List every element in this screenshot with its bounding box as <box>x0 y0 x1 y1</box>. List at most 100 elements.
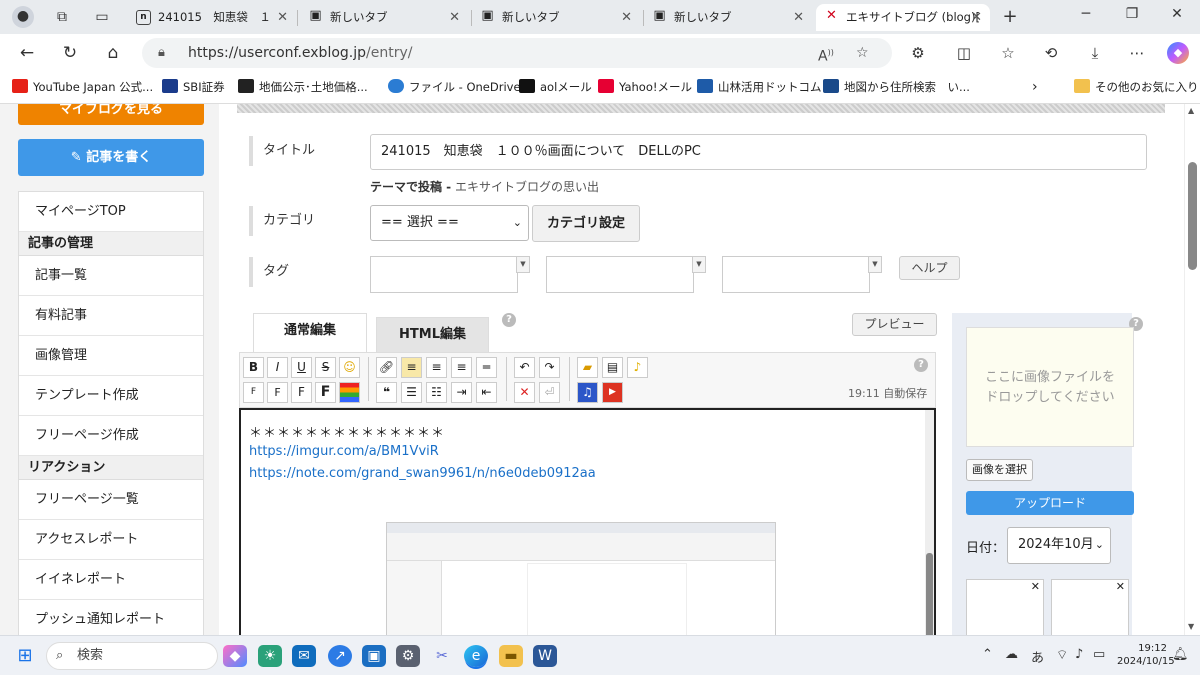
fav-yahoo[interactable]: Yahoo!メール <box>598 79 692 95</box>
book-icon[interactable]: ▤ <box>602 357 623 378</box>
ime-indicator[interactable]: あ <box>1031 647 1044 666</box>
sidebar-item-article-list[interactable]: 記事一覧 <box>19 256 203 296</box>
bold-icon[interactable]: B <box>243 357 264 378</box>
clock[interactable]: 19:12 2024/10/15 <box>1117 642 1175 668</box>
unlink-icon[interactable]: ⏎ <box>539 382 560 403</box>
sidebar-item-push-report[interactable]: プッシュ通知レポート <box>19 600 203 635</box>
scroll-down-icon[interactable]: ▼ <box>1188 622 1194 631</box>
tag-input-3[interactable] <box>722 256 870 293</box>
widgets-icon[interactable]: ☀ <box>258 645 282 667</box>
emoji-icon[interactable]: ☺ <box>339 357 360 378</box>
notification-bell-icon[interactable]: 🔔︎ <box>1172 647 1189 662</box>
battery-icon[interactable]: ▭ <box>1093 647 1105 662</box>
clear-format-icon[interactable]: ✕ <box>514 382 535 403</box>
tab-new-2[interactable]: ▣ 新しいタブ ✕ <box>472 4 640 31</box>
video-icon[interactable]: ▶ <box>602 382 623 403</box>
editor-scrollbar[interactable] <box>925 410 934 635</box>
tab-new-1[interactable]: ▣ 新しいタブ ✕ <box>300 4 468 31</box>
bullet-list-icon[interactable]: ☰ <box>401 382 422 403</box>
date-select[interactable]: 2024年10月 ⌄ <box>1007 527 1111 564</box>
indent-icon[interactable]: ⇥ <box>451 382 472 403</box>
copilot-icon[interactable]: ◆ <box>223 645 247 667</box>
more-favorites-chevron-icon[interactable]: › <box>1032 79 1038 95</box>
taskbar-search[interactable]: ⌕ 検索 <box>46 642 218 670</box>
remove-thumbnail-icon[interactable]: ✕ <box>1116 580 1125 593</box>
editor-help-icon[interactable]: ? <box>502 313 516 327</box>
scroll-up-icon[interactable]: ▲ <box>1188 106 1194 115</box>
workspaces-icon[interactable]: ⧉ <box>52 7 72 27</box>
title-input[interactable]: 241015 知恵袋 １００％画面について DELLのPC <box>370 134 1147 170</box>
url-bar[interactable]: 🔒︎ https://userconf.exblog.jp/entry/ A))… <box>142 38 892 68</box>
horizontal-rule-icon[interactable]: ═ <box>476 357 497 378</box>
tab-html-edit[interactable]: HTML編集 <box>376 317 489 353</box>
close-tab-icon[interactable]: ✕ <box>449 4 460 31</box>
fav-map[interactable]: 地図から住所検索 い... <box>823 79 970 95</box>
sidebar-item-image-manage[interactable]: 画像管理 <box>19 336 203 376</box>
back-icon[interactable]: ← <box>16 42 38 64</box>
sidebar-item-freepage-create[interactable]: フリーページ作成 <box>19 416 203 456</box>
scroll-thumb[interactable] <box>1188 162 1197 270</box>
explorer-icon[interactable]: ▬ <box>499 645 523 667</box>
toolbar-help-icon[interactable]: ? <box>914 358 928 372</box>
outdent-icon[interactable]: ⇤ <box>476 382 497 403</box>
quote-icon[interactable]: ❝ <box>376 382 397 403</box>
editor-link-note[interactable]: https://note.com/grand_swan9961/n/n6e0de… <box>249 466 596 481</box>
category-select[interactable]: == 選択 == ⌄ <box>370 205 529 241</box>
choose-image-button[interactable]: 画像を選択 <box>966 459 1033 481</box>
fav-aol[interactable]: aolメール <box>519 79 592 95</box>
close-window-icon[interactable]: ✕ <box>1167 6 1187 22</box>
align-center-icon[interactable]: ≡ <box>426 357 447 378</box>
text-color-icon[interactable] <box>339 382 360 403</box>
sidebar-item-like-report[interactable]: イイネレポート <box>19 560 203 600</box>
italic-icon[interactable]: I <box>267 357 288 378</box>
music-icon[interactable]: ♫ <box>577 382 598 403</box>
link-icon[interactable]: 🔗︎ <box>376 357 397 378</box>
undo-icon[interactable]: ↶ <box>514 357 535 378</box>
history-icon[interactable]: ⟲ <box>1040 42 1062 64</box>
theme-link[interactable]: エキサイトブログの思い出 <box>455 180 599 194</box>
close-tab-icon[interactable]: ✕ <box>277 4 288 31</box>
sidebar-item-mypage-top[interactable]: マイページTOP <box>19 192 203 232</box>
category-settings-button[interactable]: カテゴリ設定 <box>532 205 640 242</box>
help-button[interactable]: ヘルプ <box>899 256 960 280</box>
wifi-icon[interactable]: ⌔ <box>1056 647 1068 663</box>
uploaded-thumbnail-1[interactable]: ✕ <box>966 579 1044 635</box>
fav-sbi[interactable]: SBI証券 <box>162 79 225 95</box>
copilot-icon[interactable]: ◆ <box>1167 42 1189 64</box>
profile-avatar[interactable]: ● <box>12 6 34 28</box>
settings-icon[interactable]: ⚙ <box>396 645 420 667</box>
fav-youtube[interactable]: YouTube Japan 公式... <box>12 79 153 95</box>
editor-body[interactable]: ＊＊＊＊＊＊＊＊＊＊＊＊＊＊ https://imgur.com/a/BM1Vv… <box>239 408 936 635</box>
sidebar-item-template[interactable]: テンプレート作成 <box>19 376 203 416</box>
tag-dropdown-3-icon[interactable]: ▼ <box>868 256 882 273</box>
font-size-m-icon[interactable]: F <box>291 382 312 403</box>
sidebar-item-freepage-list[interactable]: フリーページ一覧 <box>19 480 203 520</box>
image-drop-zone[interactable]: ここに画像ファイルを ドロップしてください <box>966 327 1134 447</box>
minimize-icon[interactable]: ─ <box>1076 6 1096 22</box>
tag-dropdown-2-icon[interactable]: ▼ <box>692 256 706 273</box>
fav-sanrin[interactable]: 山林活用ドットコム <box>697 79 822 95</box>
tag-dropdown-1-icon[interactable]: ▼ <box>516 256 530 273</box>
upload-button[interactable]: アップロード <box>966 491 1134 515</box>
align-left-icon[interactable]: ≡ <box>401 357 422 378</box>
word-icon[interactable]: W <box>533 645 557 667</box>
restore-icon[interactable]: ❐ <box>1122 6 1142 22</box>
snipping-icon[interactable]: ✂ <box>430 645 454 667</box>
downloads-icon[interactable]: ⤓ <box>1084 42 1106 64</box>
tab-actions-icon[interactable]: ▭ <box>92 7 112 27</box>
sidebar-item-paid-articles[interactable]: 有料記事 <box>19 296 203 336</box>
tag-input-1[interactable] <box>370 256 518 293</box>
sidebar-item-access-report[interactable]: アクセスレポート <box>19 520 203 560</box>
tab-chiebukuro[interactable]: n 241015 知恵袋 １ ✕ <box>128 4 296 31</box>
underline-icon[interactable]: U <box>291 357 312 378</box>
redo-icon[interactable]: ↷ <box>539 357 560 378</box>
more-menu-icon[interactable]: ⋯ <box>1126 42 1148 64</box>
favorite-star-icon[interactable]: ☆ <box>856 38 869 68</box>
fav-chika[interactable]: 地価公示･土地価格... <box>238 79 368 95</box>
new-tab-icon[interactable]: + <box>1000 7 1020 27</box>
close-tab-icon[interactable]: ✕ <box>621 4 632 31</box>
home-icon[interactable]: ⌂ <box>102 42 124 64</box>
start-icon[interactable]: ⊞ <box>13 645 37 667</box>
tab-excite-blog[interactable]: ✕ エキサイトブログ (blog)[ ✕ <box>816 4 990 31</box>
strikethrough-icon[interactable]: S <box>315 357 336 378</box>
